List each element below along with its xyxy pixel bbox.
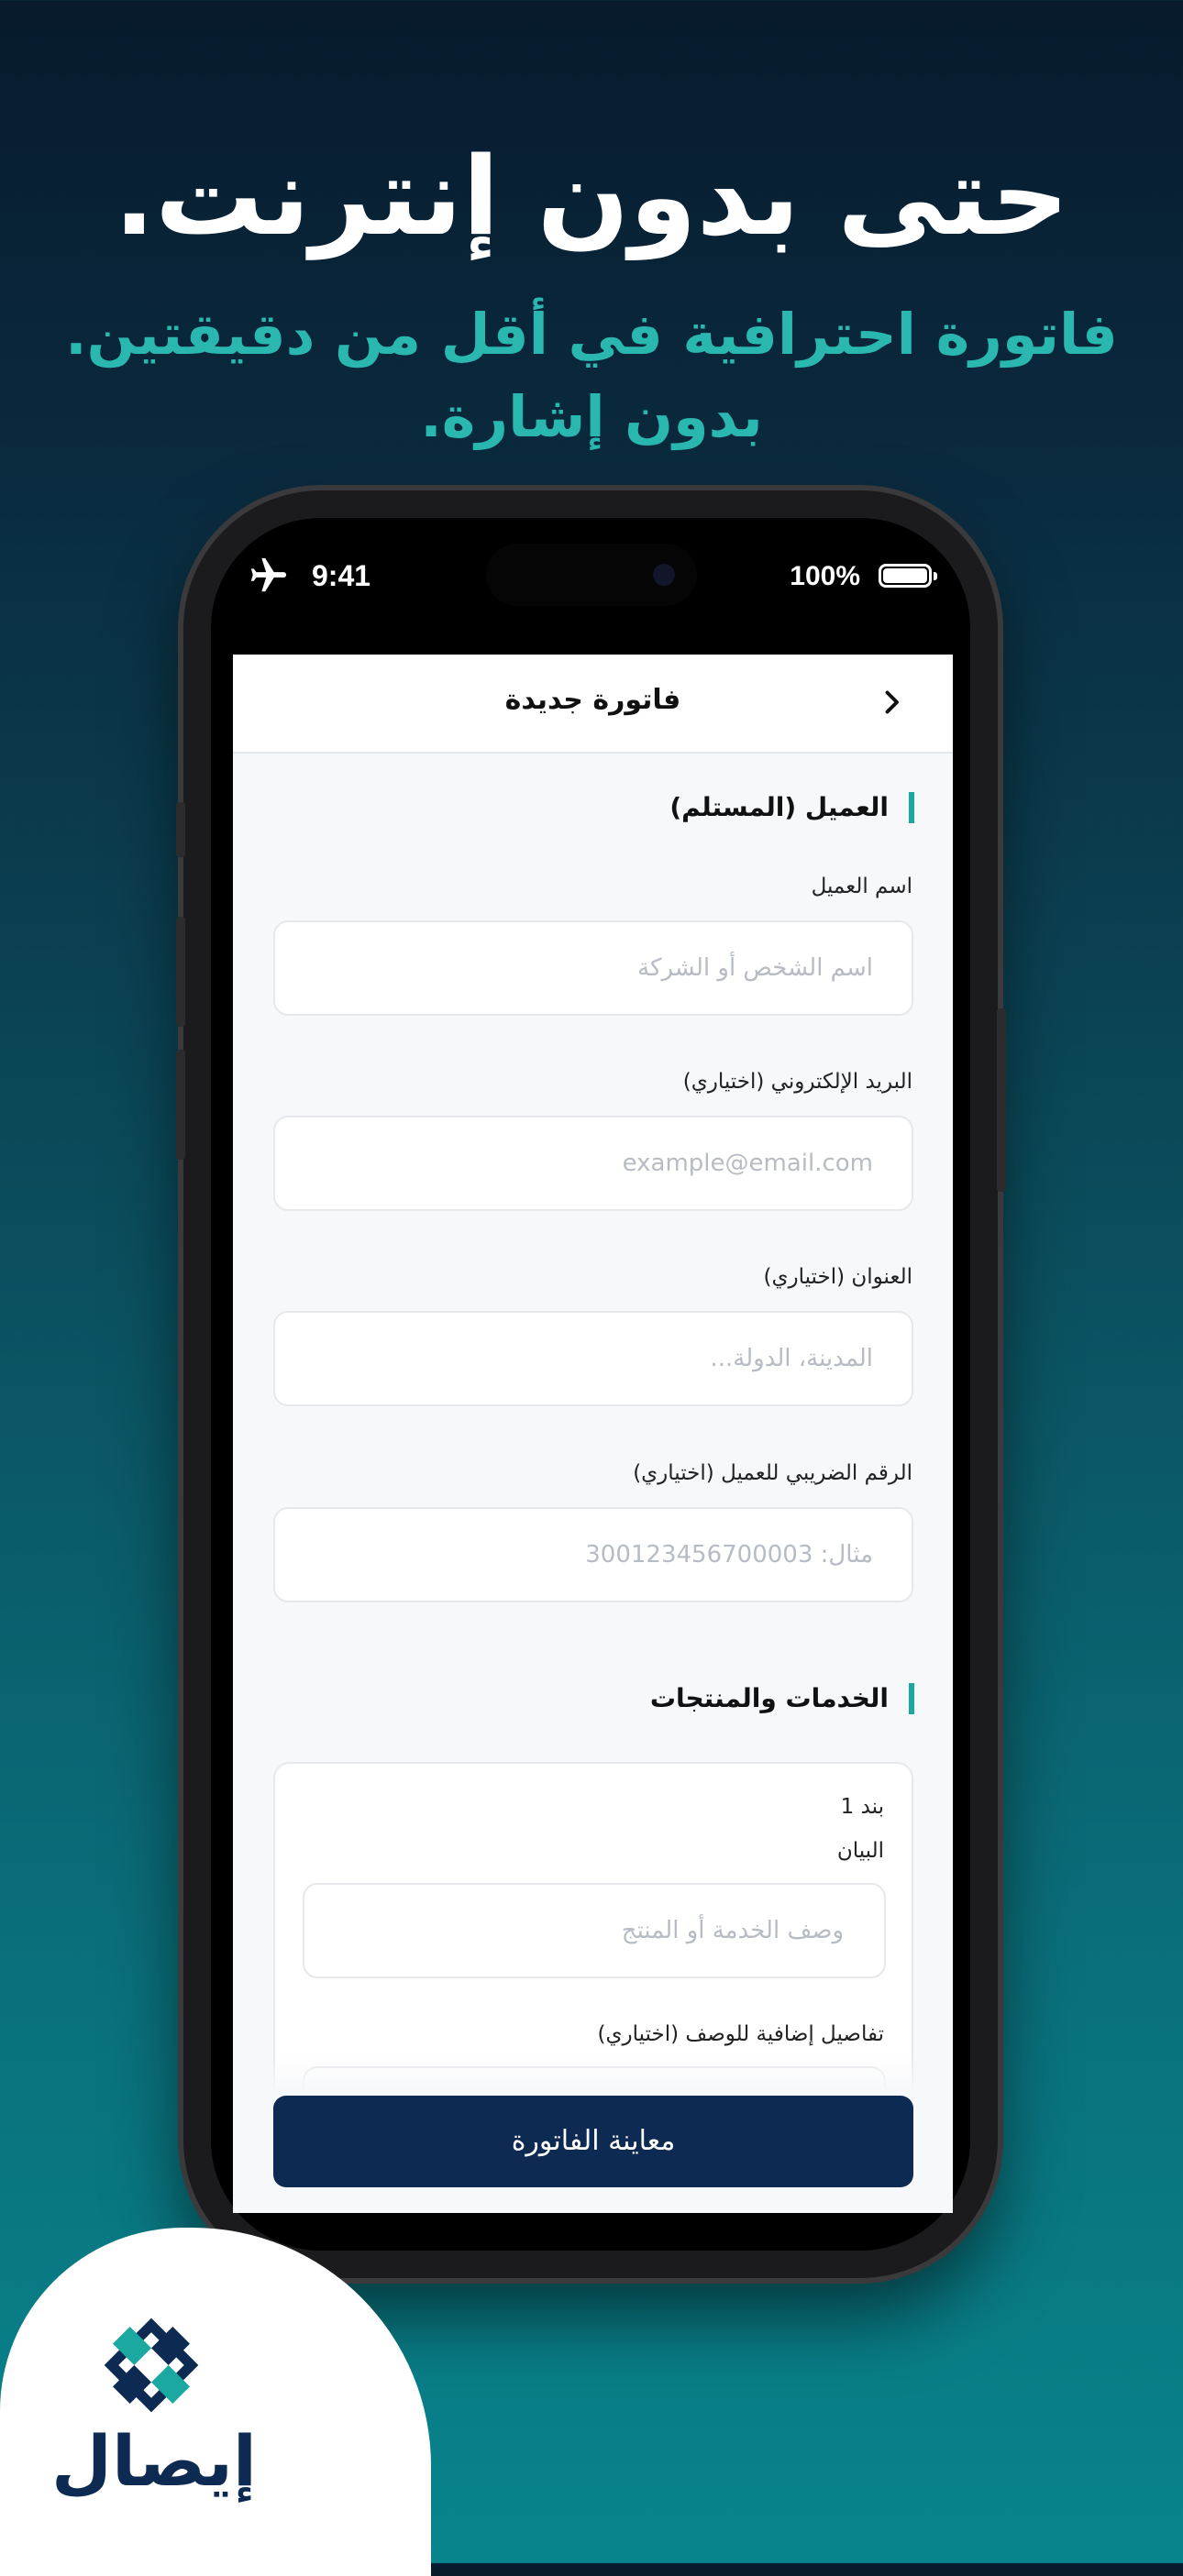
item-description-label: البيان — [836, 1839, 884, 1863]
item-description-input[interactable]: وصف الخدمة أو المنتج — [303, 1883, 886, 1978]
preview-invoice-button[interactable]: معاينة الفاتورة — [273, 2096, 913, 2187]
status-time: 9:41 — [312, 559, 371, 592]
client-email-input[interactable]: example@email.com — [273, 1116, 913, 1211]
client-section-title: العميل (المستلم) — [669, 792, 914, 823]
client-name-input[interactable]: اسم الشخص أو الشركة — [273, 920, 913, 1016]
client-name-label: اسم العميل — [811, 875, 912, 898]
client-address-input[interactable]: المدينة، الدولة... — [273, 1311, 913, 1406]
brand-logo-text: إيصال — [51, 2420, 257, 2502]
client-tax-number-input[interactable]: مثال: 300123456700003 — [273, 1507, 913, 1602]
hero-subline-line-1: فاتورة احترافية في أقل من دقيقتين. — [65, 301, 1118, 368]
hero-subline: فاتورة احترافية في أقل من دقيقتين. بدون … — [0, 293, 1183, 458]
phone-volume-up-button — [176, 917, 185, 1027]
hero-headline: حتى بدون إنترنت. — [114, 133, 1069, 259]
items-section-title: الخدمات والمنتجات — [650, 1683, 914, 1714]
page-title: فاتورة جديدة — [504, 684, 681, 716]
client-tax-number-label: الرقم الضريبي للعميل (اختياري) — [633, 1461, 912, 1485]
navbar: فاتورة جديدة — [233, 655, 953, 754]
battery-percentage: 100% — [790, 561, 860, 591]
phone-volume-down-button — [176, 1050, 185, 1160]
invoice-form-screen: فاتورة جديدة العميل (المستلم) اسم العميل… — [233, 655, 953, 2213]
client-address-label: العنوان (اختياري) — [763, 1265, 912, 1289]
dynamic-island — [486, 544, 697, 606]
logo-background — [0, 2228, 431, 2576]
chevron-right-icon[interactable] — [875, 686, 908, 719]
phone-action-button — [176, 802, 185, 857]
airplane-icon — [250, 557, 287, 592]
item-heading: بند 1 — [840, 1795, 884, 1819]
battery-icon — [879, 564, 937, 588]
camera-lens — [653, 564, 675, 586]
phone-power-button — [997, 1008, 1006, 1192]
client-email-label: البريد الإلكتروني (اختياري) — [682, 1070, 912, 1094]
status-bar: 9:41 100% — [211, 518, 970, 655]
hero-subline-line-2: بدون إشارة. — [420, 382, 763, 450]
item-details-label: تفاصيل إضافية للوصف (اختياري) — [597, 2022, 884, 2046]
brand-logo-icon — [104, 2317, 199, 2413]
